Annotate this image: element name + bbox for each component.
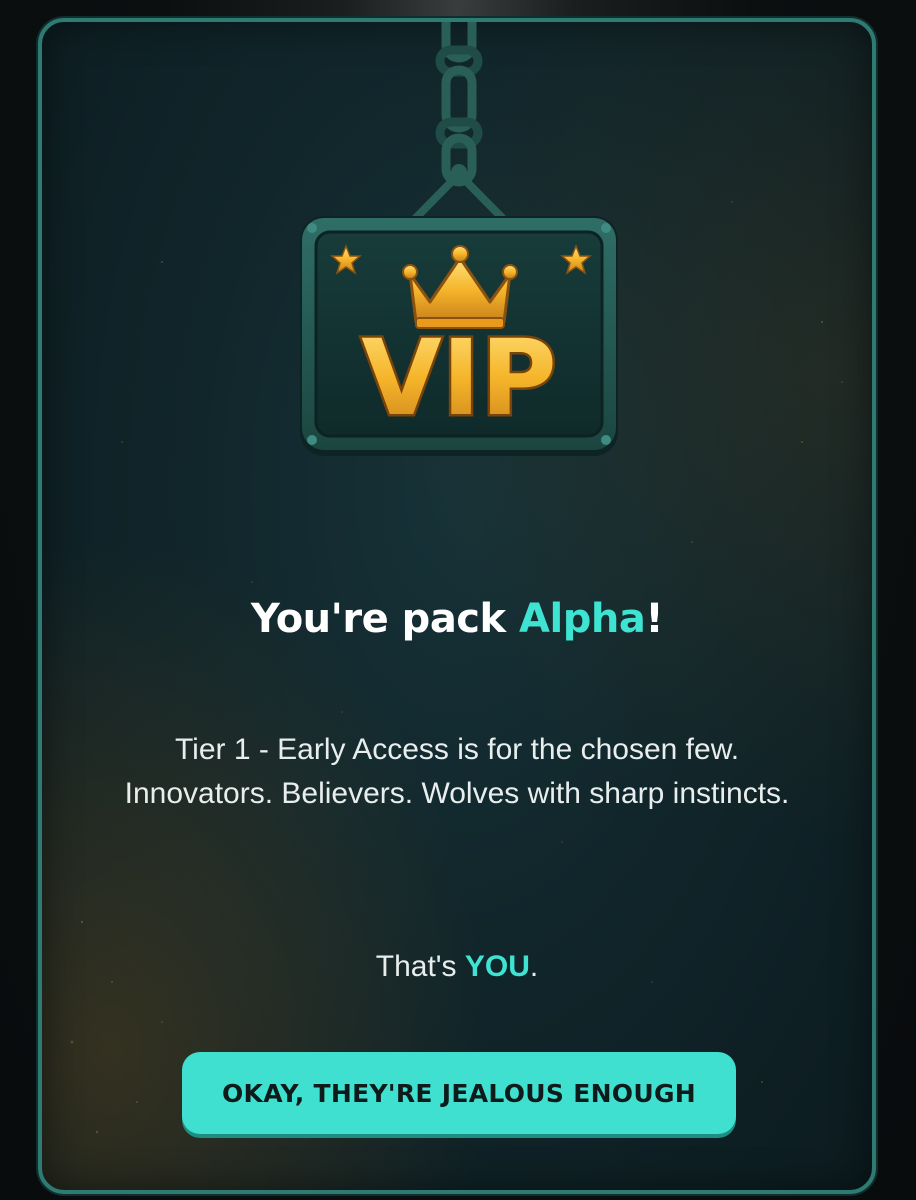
description-text: Tier 1 - Early Access is for the chosen … [124,733,790,810]
tagline-highlight: YOU [464,950,530,983]
tagline: That's YOU. [42,950,872,984]
title-highlight: Alpha [519,596,646,642]
tagline-prefix: That's [375,950,465,983]
page-title: You're pack Alpha! [42,596,872,642]
tagline-suffix: . [529,950,539,983]
title-suffix: ! [645,596,664,642]
title-prefix: You're pack [250,596,520,642]
vip-modal: VIP You're pack Alpha! Tier 1 - Early Ac… [38,18,876,1194]
chain-icon [435,22,483,187]
vip-sign: VIP [300,22,618,456]
confirm-button[interactable]: OKAY, THEY'RE JEALOUS ENOUGH [182,1052,736,1134]
vip-label: VIP [361,317,556,439]
